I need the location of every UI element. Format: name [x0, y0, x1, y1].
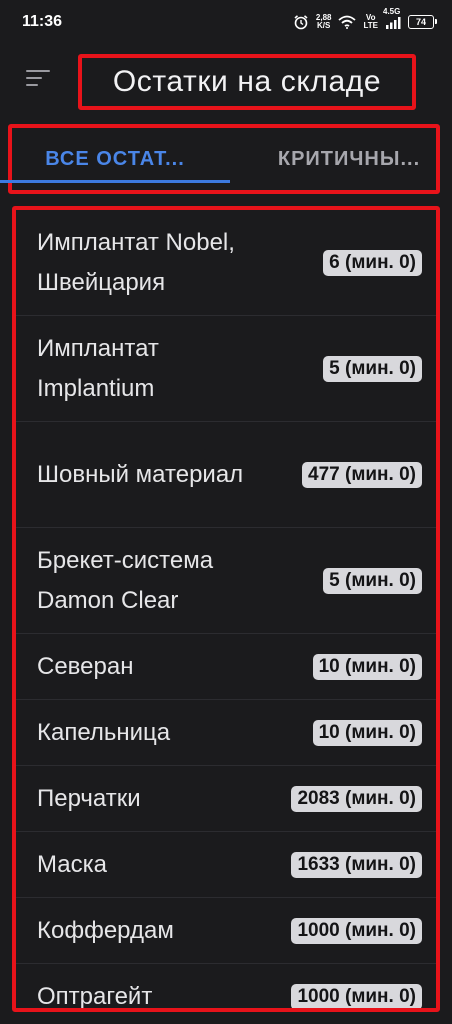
status-time: 11:36	[22, 13, 63, 30]
volte-bottom: LTE	[363, 21, 378, 30]
battery-level: 74	[415, 17, 426, 27]
status-icons: 2,88 K/S Vo LTE 4.5G 74	[293, 7, 437, 30]
hamburger-menu-icon[interactable]	[26, 70, 50, 90]
list-item[interactable]: Перчатки 2083 (мин. 0)	[16, 766, 436, 832]
network-speed: 2,88 K/S	[316, 14, 332, 30]
list-item[interactable]: Северан 10 (мин. 0)	[16, 634, 436, 700]
list-item[interactable]: Имплантат Nobel, Швейцария 6 (мин. 0)	[16, 210, 436, 316]
quantity-badge: 1633 (мин. 0)	[291, 851, 422, 878]
list-item[interactable]: Маска 1633 (мин. 0)	[16, 832, 436, 898]
quantity-badge: 1000 (мин. 0)	[291, 917, 422, 944]
quantity-badge: 10 (мин. 0)	[312, 719, 422, 746]
page-title: Остатки на складе	[112, 65, 382, 98]
stock-list[interactable]: Имплантат Nobel, Швейцария 6 (мин. 0) Им…	[12, 206, 440, 1012]
list-item[interactable]: Капельница 10 (мин. 0)	[16, 700, 436, 766]
item-name: Маска	[37, 850, 107, 878]
tab-critical-stock[interactable]: КРИТИЧНЫ...	[228, 128, 444, 190]
quantity-badge: 10 (мин. 0)	[312, 653, 422, 680]
title-highlight: Остатки на складе	[78, 54, 416, 110]
item-name: Капельница	[37, 718, 171, 746]
item-name: Северан	[37, 652, 134, 680]
item-name: Имплантат Implantium	[37, 334, 159, 402]
network-type: 4.5G	[383, 6, 401, 16]
quantity-badge: 6 (мин. 0)	[323, 249, 422, 276]
battery-icon: 74	[408, 15, 437, 29]
quantity-badge: 5 (мин. 0)	[323, 567, 422, 594]
wifi-icon	[338, 15, 357, 29]
list-item[interactable]: Шовный материал 477 (мин. 0)	[16, 422, 436, 528]
list-item[interactable]: Брекет-система Damon Clear 5 (мин. 0)	[16, 528, 436, 634]
status-bar: 11:36 2,88 K/S Vo LTE 4.5G 74	[0, 0, 452, 44]
volte-indicator: Vo LTE	[363, 14, 378, 30]
item-name: Оптрагейт	[37, 982, 153, 1010]
item-name: Коффердам	[37, 916, 174, 944]
list-item[interactable]: Имплантат Implantium 5 (мин. 0)	[16, 316, 436, 422]
app-bar: Остатки на складе	[0, 44, 452, 120]
list-item[interactable]: Коффердам 1000 (мин. 0)	[16, 898, 436, 964]
item-name: Перчатки	[37, 784, 141, 812]
active-tab-indicator	[0, 180, 230, 183]
quantity-badge: 5 (мин. 0)	[323, 355, 422, 382]
network-speed-unit: K/S	[317, 21, 331, 30]
tab-bar: ВСЕ ОСТАТ... КРИТИЧНЫ...	[8, 124, 440, 194]
quantity-badge: 2083 (мин. 0)	[291, 785, 422, 812]
item-name: Шовный материал	[37, 460, 244, 488]
list-item[interactable]: Оптрагейт 1000 (мин. 0)	[16, 964, 436, 1010]
item-name: Имплантат Nobel, Швейцария	[37, 228, 235, 296]
quantity-badge: 1000 (мин. 0)	[291, 983, 422, 1008]
cellular-signal-icon: 4.5G	[383, 7, 401, 29]
quantity-badge: 477 (мин. 0)	[302, 461, 422, 488]
item-name: Брекет-система Damon Clear	[37, 546, 214, 614]
alarm-clock-icon	[293, 14, 309, 30]
